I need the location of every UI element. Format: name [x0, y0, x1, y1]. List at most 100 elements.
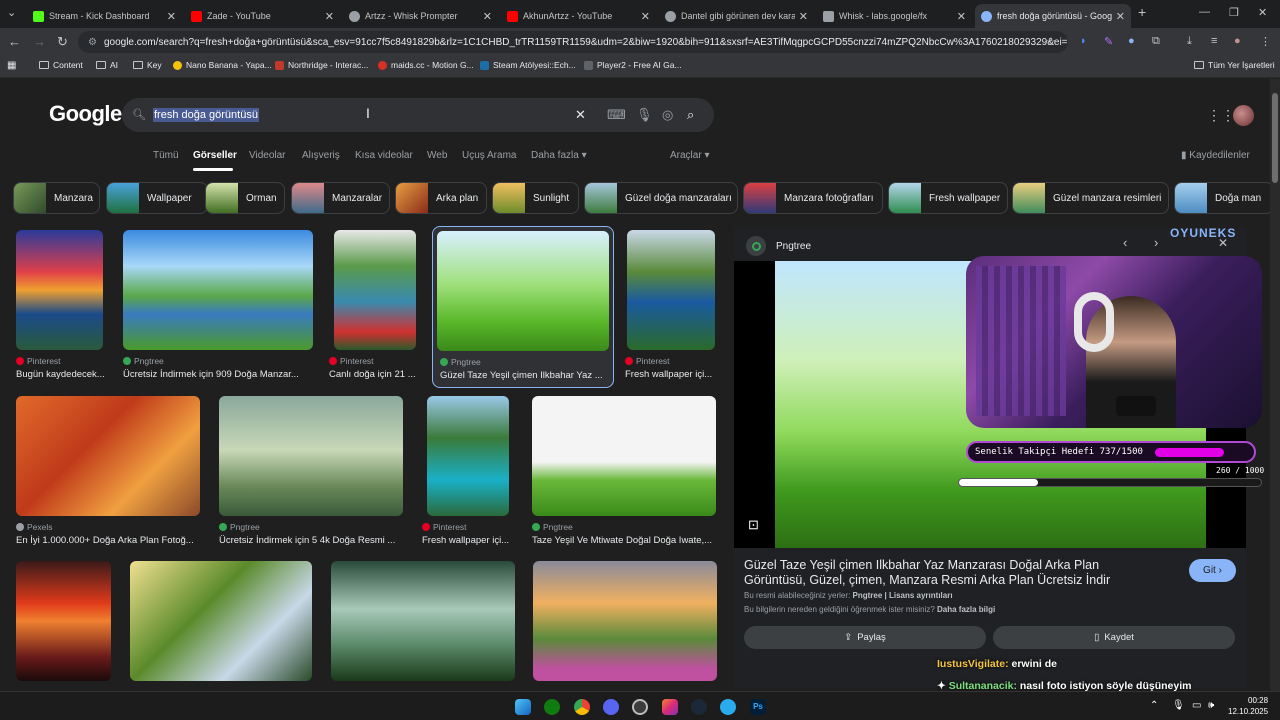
result-item[interactable]: Pngtree Ücretsiz İndirmek için 909 Doğa …: [123, 230, 315, 385]
result-image[interactable]: [331, 561, 515, 681]
extensions-icon[interactable]: ⧉: [1152, 35, 1160, 48]
chip-fresh-wallpaper[interactable]: Fresh wallpaper: [888, 182, 1008, 214]
bookmark-maids[interactable]: maids.cc - Motion G...: [378, 60, 474, 70]
result-item[interactable]: [16, 561, 113, 681]
network-icon[interactable]: ▭: [1192, 700, 1201, 711]
chip-sunlight[interactable]: Sunlight: [492, 182, 579, 214]
discord-icon[interactable]: [603, 699, 619, 715]
volume-icon[interactable]: 🕪︎: [1208, 700, 1214, 711]
page-scrollbar[interactable]: [1270, 79, 1280, 691]
share-button[interactable]: ⇪ Paylaş: [744, 626, 986, 649]
close-icon[interactable]: ✕: [641, 10, 650, 23]
result-image[interactable]: [437, 231, 609, 351]
result-image[interactable]: [16, 396, 200, 516]
chrome-icon[interactable]: [574, 699, 590, 715]
bookmark-folder-key[interactable]: Key: [133, 60, 162, 70]
scrollbar-thumb[interactable]: [1272, 93, 1278, 183]
search-submit-icon[interactable]: ⌕: [687, 107, 694, 123]
tab-images[interactable]: Görseller: [193, 150, 237, 161]
system-clock[interactable]: 00:28 12.10.2025: [1228, 695, 1268, 717]
tab-kick-dashboard[interactable]: Stream - Kick Dashboard ✕: [27, 4, 182, 28]
panel-title[interactable]: Güzel Taze Yeşil çimen Ilkbahar Yaz Manz…: [744, 558, 1164, 588]
result-item[interactable]: Pngtree Ücretsiz İndirmek için 5 4k Doğa…: [219, 396, 405, 551]
tab-whisk[interactable]: Whisk - labs.google/fx ✕: [817, 4, 972, 28]
search-box[interactable]: 🔍︎ fresh doğa görüntüsü I ✕ ⌨ 🎙︎ ◎ ⌕: [122, 98, 714, 132]
close-icon[interactable]: ✕: [799, 10, 808, 23]
tools-button[interactable]: Araçlar ▾: [670, 150, 709, 161]
menu-icon[interactable]: ⋮: [1260, 35, 1271, 48]
chip-orman[interactable]: Orman: [205, 182, 285, 214]
bookmark-nano-banana[interactable]: Nano Banana - Yapa...: [173, 60, 272, 70]
result-item[interactable]: Pinterest Bugün kaydedecek...: [16, 230, 106, 385]
tab-web[interactable]: Web: [427, 150, 447, 161]
close-icon[interactable]: ✕: [957, 10, 966, 23]
chip-manzaralar[interactable]: Manzaralar: [291, 182, 390, 214]
tab-search-icon[interactable]: ⌄: [7, 6, 16, 19]
result-image[interactable]: [219, 396, 403, 516]
extension-icon[interactable]: ◗: [1080, 35, 1087, 47]
result-image[interactable]: [334, 230, 416, 350]
license-link[interactable]: Pngtree | Lisans ayrıntıları: [853, 591, 953, 600]
result-item-selected[interactable]: Pngtree Güzel Taze Yeşil çimen Ilkbahar …: [432, 226, 614, 388]
tab-shopping[interactable]: Alışveriş: [302, 150, 340, 161]
start-icon[interactable]: [515, 699, 531, 715]
apps-grid-icon[interactable]: ▦: [7, 60, 16, 71]
google-apps-icon[interactable]: ⋮⋮: [1207, 107, 1235, 124]
bookmark-all[interactable]: Tüm Yer İşaretleri: [1194, 60, 1275, 70]
tab-all[interactable]: Tümü: [153, 150, 179, 161]
panel-source[interactable]: Pngtree: [746, 236, 811, 256]
result-image[interactable]: [532, 396, 716, 516]
tab-dantel[interactable]: Dantel gibi görünen dev kara d ✕: [659, 4, 814, 28]
close-window-icon[interactable]: ✕: [1258, 6, 1267, 19]
chip-guzel-doga[interactable]: Güzel doğa manzaraları: [584, 182, 738, 214]
result-item[interactable]: [130, 561, 314, 681]
bookmark-player2[interactable]: Player2 - Free AI Ga...: [584, 60, 682, 70]
chip-manzara-foto[interactable]: Manzara fotoğrafları: [743, 182, 883, 214]
more-info-link[interactable]: Daha fazla bilgi: [937, 605, 995, 614]
tab-youtube-zade[interactable]: Zade - YouTube ✕: [185, 4, 340, 28]
clear-icon[interactable]: ✕: [575, 107, 586, 123]
bookmark-folder-content[interactable]: Content: [39, 60, 83, 70]
result-image[interactable]: [130, 561, 312, 681]
chip-manzara[interactable]: Manzara: [13, 182, 100, 214]
instagram-icon[interactable]: [662, 699, 678, 715]
profile-icon[interactable]: ●: [1234, 35, 1241, 47]
extension-icon[interactable]: ●: [1128, 35, 1135, 47]
tab-whisk-prompter[interactable]: Artzz - Whisk Prompter ✕: [343, 4, 498, 28]
result-image[interactable]: [123, 230, 313, 350]
tab-youtube-akhunartzz[interactable]: AkhunArtzz - YouTube ✕: [501, 4, 656, 28]
steam-icon[interactable]: [691, 699, 707, 715]
app-icon[interactable]: [632, 699, 648, 715]
back-icon[interactable]: ←: [8, 34, 21, 49]
tab-more[interactable]: Daha fazla ▾: [531, 150, 587, 161]
result-item[interactable]: [331, 561, 517, 681]
new-tab-button[interactable]: +: [1138, 4, 1146, 20]
site-info-icon[interactable]: ⚙: [88, 37, 97, 48]
tab-google-search[interactable]: fresh doğa görüntüsü - Google ✕: [975, 4, 1131, 28]
bookmark-star-icon[interactable]: ☆: [1046, 35, 1056, 48]
google-logo[interactable]: Google: [49, 101, 122, 127]
tab-flights[interactable]: Uçuş Arama: [462, 150, 516, 161]
tab-short-videos[interactable]: Kısa videolar: [355, 150, 413, 161]
lens-search-icon[interactable]: ⊡: [748, 517, 759, 533]
telegram-icon[interactable]: [720, 699, 736, 715]
chip-arka-plan[interactable]: Arka plan: [395, 182, 487, 214]
mic-icon[interactable]: 🎙︎: [636, 107, 653, 123]
extension-icon[interactable]: ✎: [1104, 35, 1113, 48]
minimize-icon[interactable]: —: [1199, 6, 1210, 18]
result-image[interactable]: [16, 230, 103, 350]
photoshop-icon[interactable]: Ps: [750, 699, 766, 715]
maximize-icon[interactable]: ❐: [1229, 6, 1239, 19]
result-item[interactable]: Pinterest Canlı doğa için 21 ...: [329, 230, 419, 385]
save-button[interactable]: ▯ Kaydet: [993, 626, 1235, 649]
keyboard-icon[interactable]: ⌨: [607, 107, 626, 123]
result-image[interactable]: [427, 396, 509, 516]
search-input[interactable]: fresh doğa görüntüsü: [153, 108, 259, 122]
chip-guzel-manzara[interactable]: Güzel manzara resimleri: [1012, 182, 1169, 214]
reload-icon[interactable]: ↻: [57, 34, 68, 50]
bookmark-folder-ai[interactable]: AI: [96, 60, 118, 70]
lens-icon[interactable]: ◎: [662, 107, 673, 123]
chip-doga-man[interactable]: Doğa man: [1174, 182, 1270, 214]
close-icon[interactable]: ✕: [167, 10, 176, 23]
result-item[interactable]: [533, 561, 719, 681]
